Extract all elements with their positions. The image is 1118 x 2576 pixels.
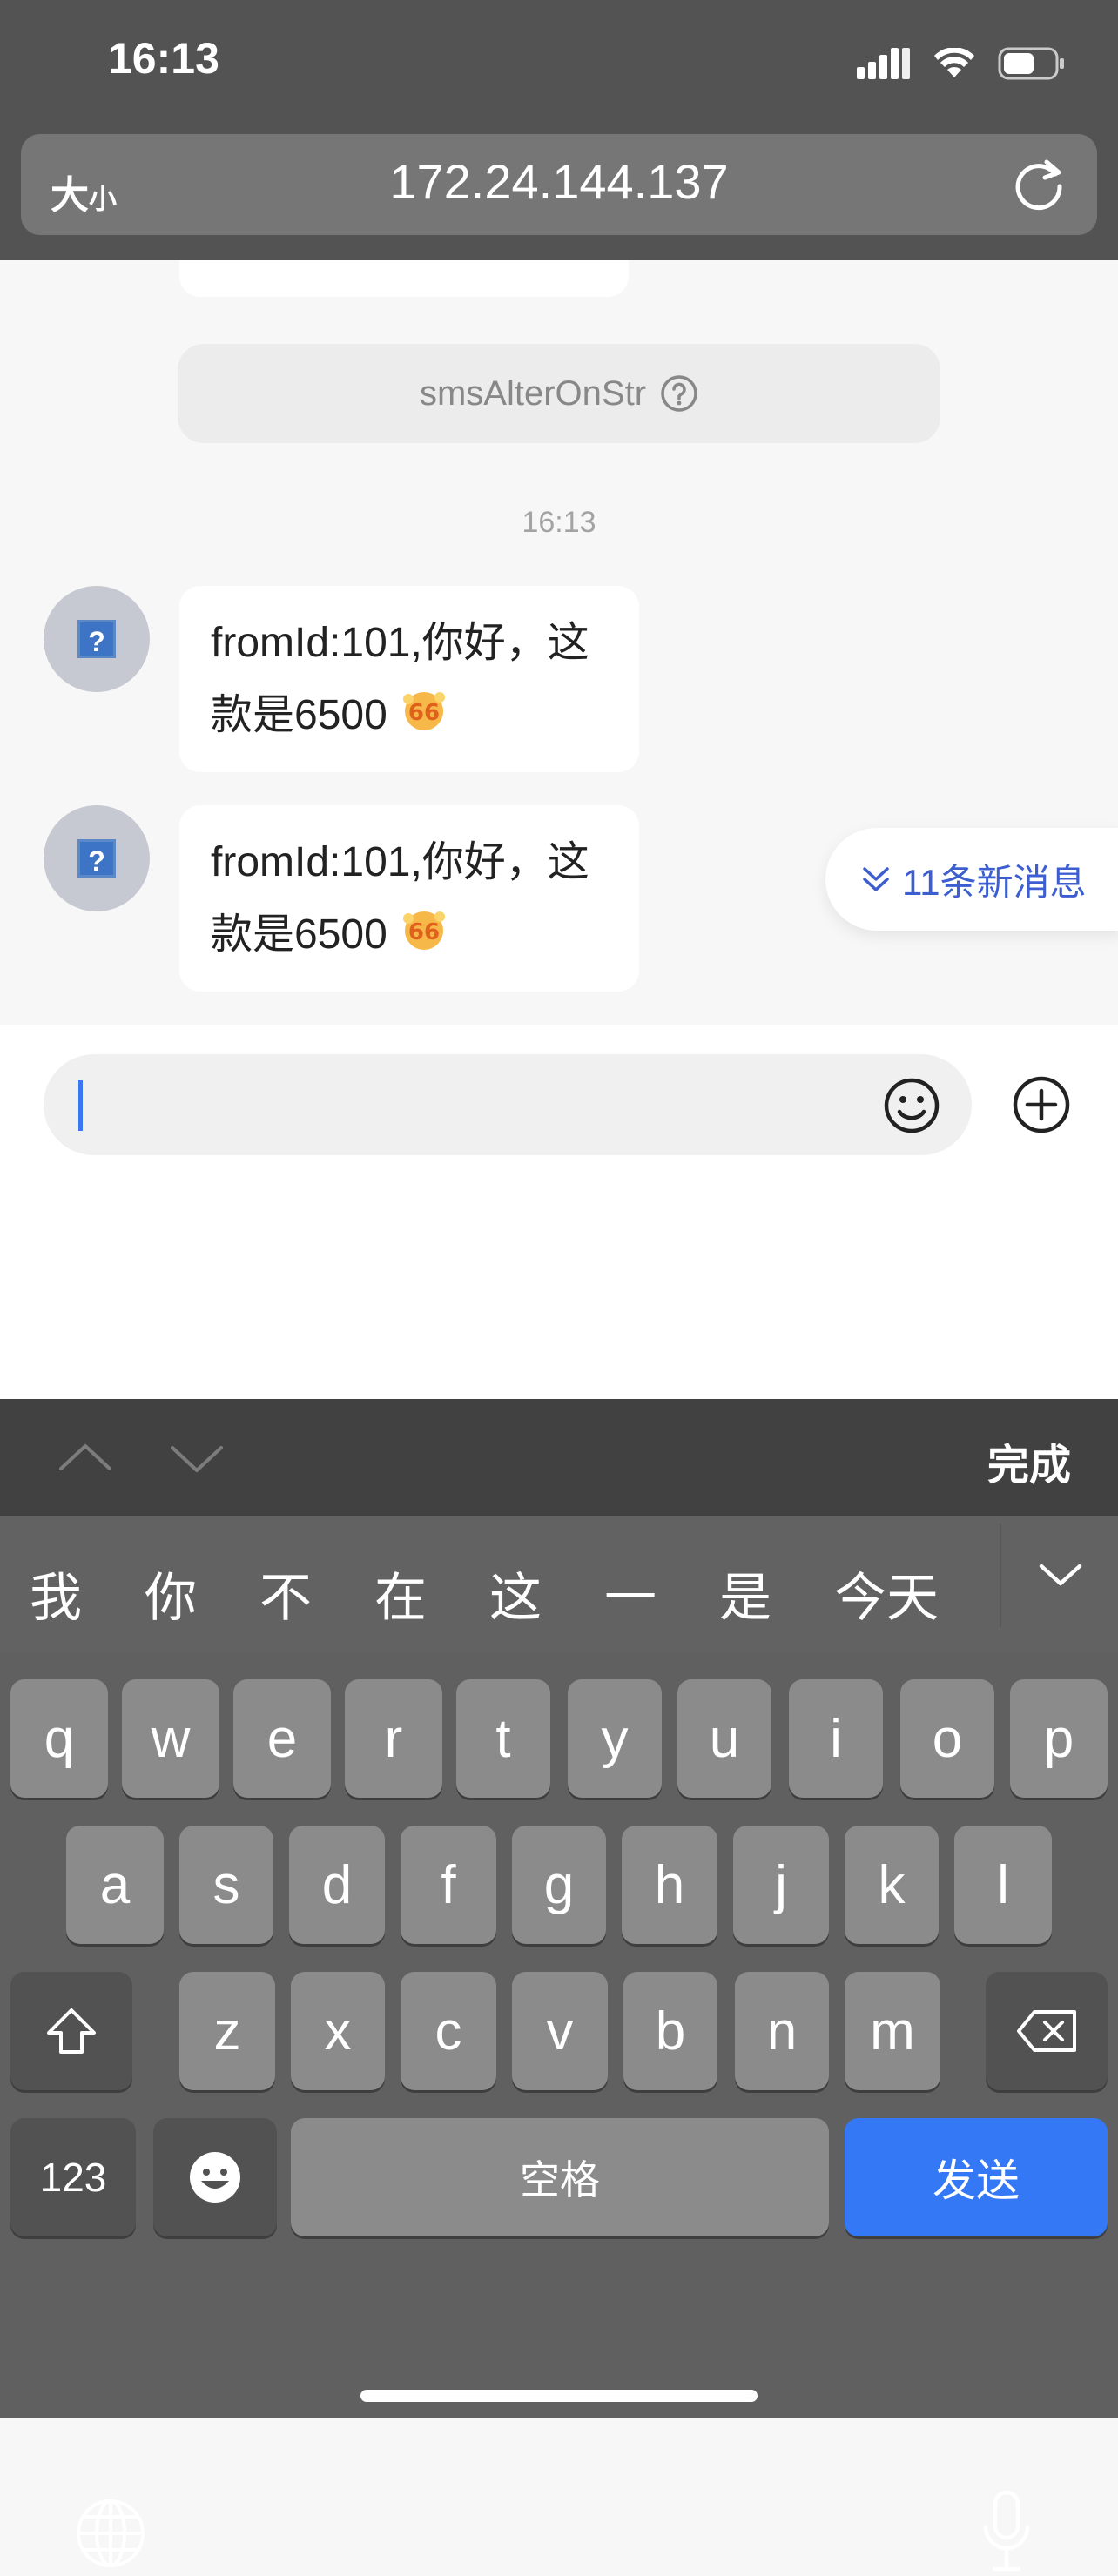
emoji-key[interactable] — [153, 2118, 277, 2236]
key-s[interactable]: s — [179, 1826, 273, 1944]
text-cursor — [78, 1080, 83, 1131]
shift-icon — [47, 2008, 96, 2054]
message-line: fromId:101,你好，这 — [211, 620, 589, 666]
message-line: fromId:101,你好，这 — [211, 839, 589, 885]
status-time: 16:13 — [108, 34, 219, 83]
key-x[interactable]: x — [291, 1972, 385, 2090]
key-i[interactable]: i — [789, 1679, 883, 1798]
key-z[interactable]: z — [179, 1972, 275, 2090]
key-j[interactable]: j — [733, 1826, 829, 1944]
message-text: 款是6500 — [211, 692, 387, 738]
system-notice: smsAlterOnStr — [178, 344, 940, 443]
key-b[interactable]: b — [623, 1972, 717, 2090]
candidate-divider — [1000, 1524, 1001, 1627]
key-d[interactable]: d — [289, 1826, 385, 1944]
candidate-word[interactable]: 我 — [30, 1556, 82, 1631]
key-k[interactable]: k — [845, 1826, 939, 1944]
numbers-key[interactable]: 123 — [10, 2118, 136, 2236]
plus-icon[interactable] — [1012, 1075, 1071, 1134]
message-bubble[interactable]: fromId:101,你好，这 款是6500 66 — [179, 586, 639, 772]
candidate-word[interactable]: 在 — [374, 1556, 427, 1631]
status-icons — [857, 42, 1066, 85]
help-icon[interactable] — [660, 374, 698, 413]
emoji-icon[interactable] — [881, 1075, 942, 1136]
key-q[interactable]: q — [10, 1679, 108, 1798]
microphone-icon[interactable] — [980, 2489, 1033, 2576]
key-v[interactable]: v — [512, 1972, 608, 2090]
key-a[interactable]: a — [66, 1826, 164, 1944]
key-u[interactable]: u — [677, 1679, 771, 1798]
message-line-2: 款是6500 66 — [211, 679, 608, 751]
reload-icon[interactable] — [1010, 155, 1067, 212]
key-t[interactable]: t — [456, 1679, 550, 1798]
key-w[interactable]: w — [122, 1679, 219, 1798]
wifi-icon — [934, 48, 974, 77]
broken-image-icon: ? — [77, 620, 116, 658]
chevron-down-icon[interactable] — [171, 1432, 223, 1484]
key-r[interactable]: r — [345, 1679, 442, 1798]
candidate-word[interactable]: 你 — [145, 1556, 197, 1631]
cellular-signal-icon — [857, 48, 910, 79]
key-n[interactable]: n — [735, 1972, 829, 2090]
emoji-icon — [190, 2152, 240, 2203]
url-text[interactable]: 172.24.144.137 — [0, 153, 1118, 210]
avatar[interactable]: ? — [44, 586, 150, 692]
key-f[interactable]: f — [401, 1826, 496, 1944]
composer — [0, 1025, 1118, 1399]
backspace-key[interactable] — [986, 1972, 1108, 2090]
battery-icon — [998, 47, 1064, 80]
message-text: 款是6500 — [211, 911, 387, 958]
key-g[interactable]: g — [512, 1826, 606, 1944]
candidate-bar: 我 你 不 在 这 一 是 今天 — [0, 1516, 1118, 1653]
broken-image-icon: ? — [77, 839, 116, 878]
backspace-icon — [1017, 2010, 1076, 2052]
key-p[interactable]: p — [1010, 1679, 1108, 1798]
svg-text:66: 66 — [408, 919, 440, 945]
keyboard-keys: q w e r t y u i o p a s d f g h j k l z … — [0, 1653, 1118, 2572]
key-e[interactable]: e — [233, 1679, 331, 1798]
home-indicator — [360, 2390, 758, 2402]
new-messages-label: 11条新消息 — [902, 861, 1087, 903]
chat-area[interactable]: smsAlterOnStr 16:13 ? fromId:101,你好，这 款是… — [0, 260, 1118, 1025]
chevron-up-icon[interactable] — [59, 1432, 111, 1484]
key-l[interactable]: l — [954, 1826, 1052, 1944]
new-messages-button[interactable]: 11条新消息 — [825, 828, 1118, 931]
candidate-word[interactable]: 一 — [604, 1556, 657, 1631]
message-timestamp: 16:13 — [522, 506, 596, 539]
666-emoji-icon: 66 — [402, 911, 445, 950]
previous-message-bubble — [179, 260, 629, 297]
avatar[interactable]: ? — [44, 805, 150, 911]
key-h[interactable]: h — [622, 1826, 717, 1944]
done-button[interactable]: 完成 — [987, 1430, 1071, 1491]
candidate-word[interactable]: 今天 — [834, 1556, 939, 1631]
message-line-2: 款是6500 66 — [211, 898, 608, 971]
notice-text: smsAlterOnStr — [419, 373, 647, 413]
candidate-word[interactable]: 不 — [259, 1556, 312, 1631]
key-m[interactable]: m — [845, 1972, 940, 2090]
candidate-word[interactable]: 这 — [489, 1556, 542, 1631]
message-bubble[interactable]: fromId:101,你好，这 款是6500 66 — [179, 805, 639, 992]
browser-top-bar: 16:13 大小 172.24.144.137 — [0, 0, 1118, 260]
message-input[interactable] — [44, 1054, 972, 1155]
space-key[interactable]: 空格 — [291, 2118, 829, 2236]
key-y[interactable]: y — [568, 1679, 662, 1798]
666-emoji-icon: 66 — [402, 692, 445, 730]
double-chevron-down-icon — [863, 867, 889, 891]
svg-text:66: 66 — [408, 700, 440, 726]
keyboard: 完成 我 你 不 在 这 一 是 今天 q w e r t y u i o p … — [0, 1399, 1118, 2572]
key-o[interactable]: o — [900, 1679, 994, 1798]
keyboard-toolbar: 完成 — [0, 1399, 1118, 1516]
globe-icon[interactable] — [75, 2498, 146, 2569]
shift-key[interactable] — [10, 1972, 132, 2090]
key-c[interactable]: c — [401, 1972, 496, 2090]
collapse-candidates-icon[interactable] — [1034, 1549, 1087, 1601]
candidate-word[interactable]: 是 — [719, 1556, 771, 1631]
send-key[interactable]: 发送 — [845, 2118, 1108, 2236]
